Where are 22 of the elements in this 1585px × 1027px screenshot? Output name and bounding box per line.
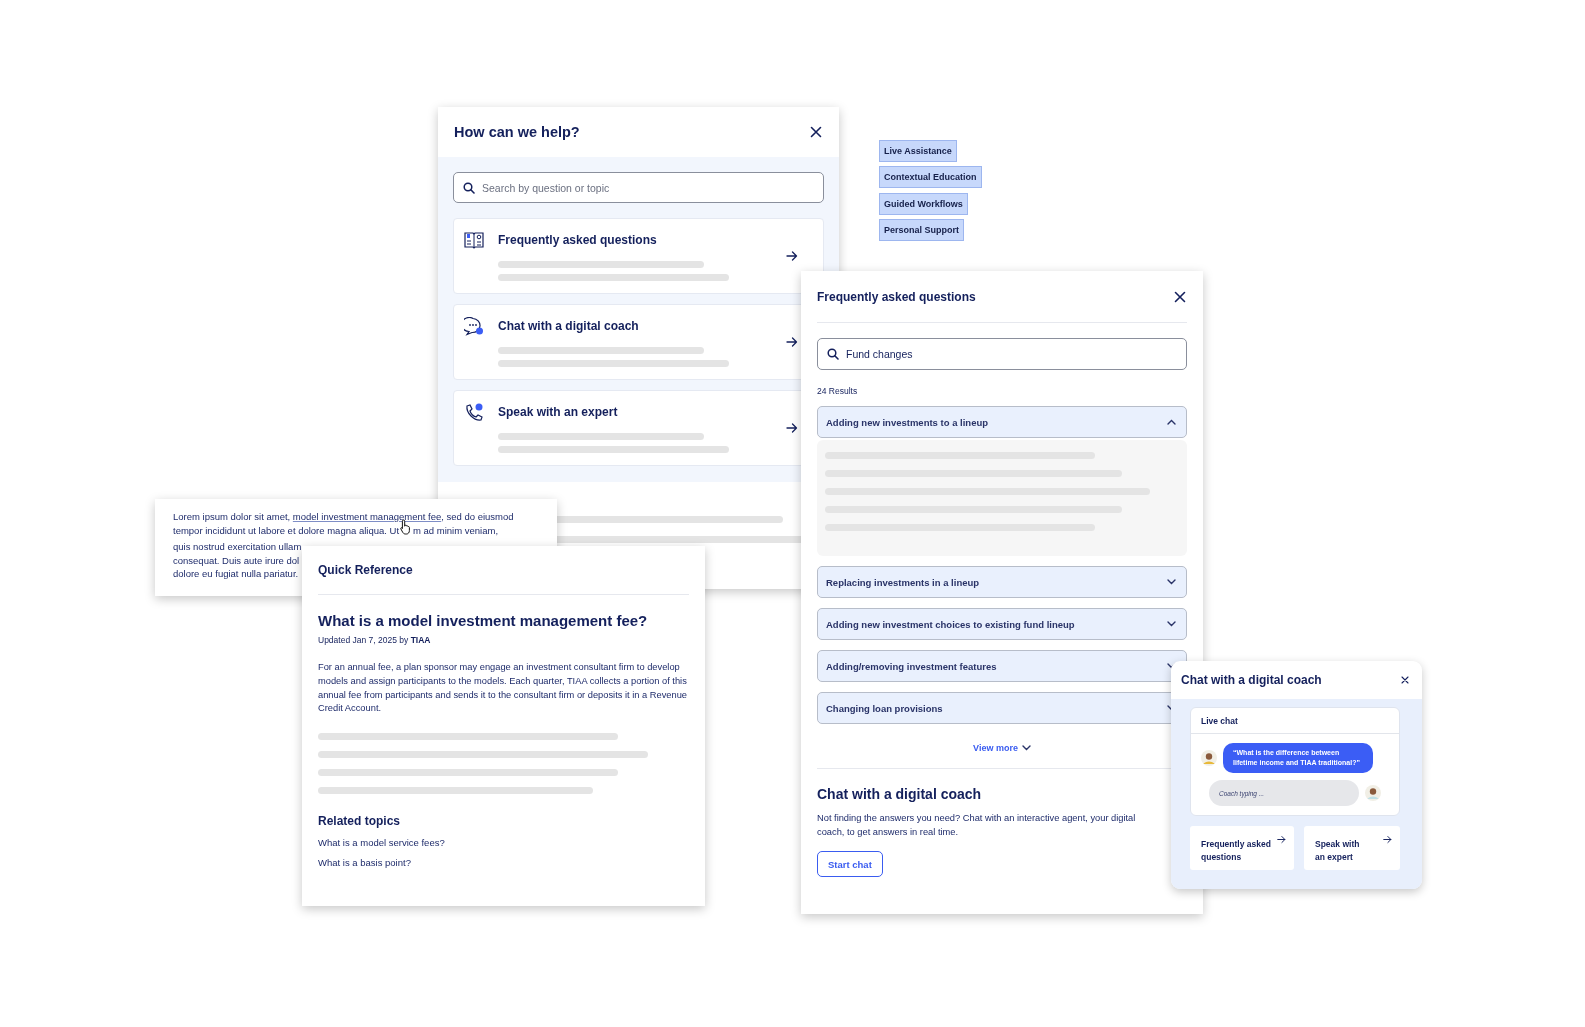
option-title: Chat with a digital coach: [498, 319, 640, 333]
article-text: tempor incididunt ut labore et dolore magna aliqua. Ut: [173, 523, 400, 538]
updated-text: Updated Jan 7, 2025 by TIAA: [318, 635, 432, 645]
article-body: For an annual fee, a plan sponsor may engage an investment consultant firm to develop models and assign participants to the models. Each quarter, TIAA collects a portion of this annual fee from participants and sends it to the consultant firm or deposits it in a Revenue Credit Account.: [318, 661, 688, 716]
tag: Live Assistance: [879, 140, 957, 162]
section-heading: Chat with a digital coach: [817, 786, 983, 802]
article-text: Lorem ipsum dolor sit amet, model investment management fee, sed do eiusmod: [173, 510, 514, 524]
panel-title: Quick Reference: [318, 563, 413, 577]
article-text: quis nostrud exercitation ullam: [173, 539, 302, 554]
article-text: m ad minim veniam,: [413, 523, 499, 538]
tag: Guided Workflows: [879, 192, 968, 215]
article-text: dolore eu fugiat nulla pariatur.: [173, 567, 299, 582]
tag: Contextual Education: [879, 166, 982, 189]
dialog-title: How can we help?: [454, 124, 580, 140]
article-heading: What is a model investment management fee?: [318, 612, 649, 629]
option-title: Frequently asked questions: [498, 233, 658, 247]
tag: Personal Support: [879, 218, 964, 241]
live-chat-title: Live chat: [1191, 708, 1399, 734]
article-text: consequat. Duis aute irure dol: [173, 553, 300, 568]
section-heading: Related topics: [318, 814, 402, 829]
option-title: Speak with an expert: [498, 405, 619, 419]
section-text: Not finding the answers you need? Chat with an interactive agent, your digital coach, to get answers in real time.: [817, 812, 1137, 839]
